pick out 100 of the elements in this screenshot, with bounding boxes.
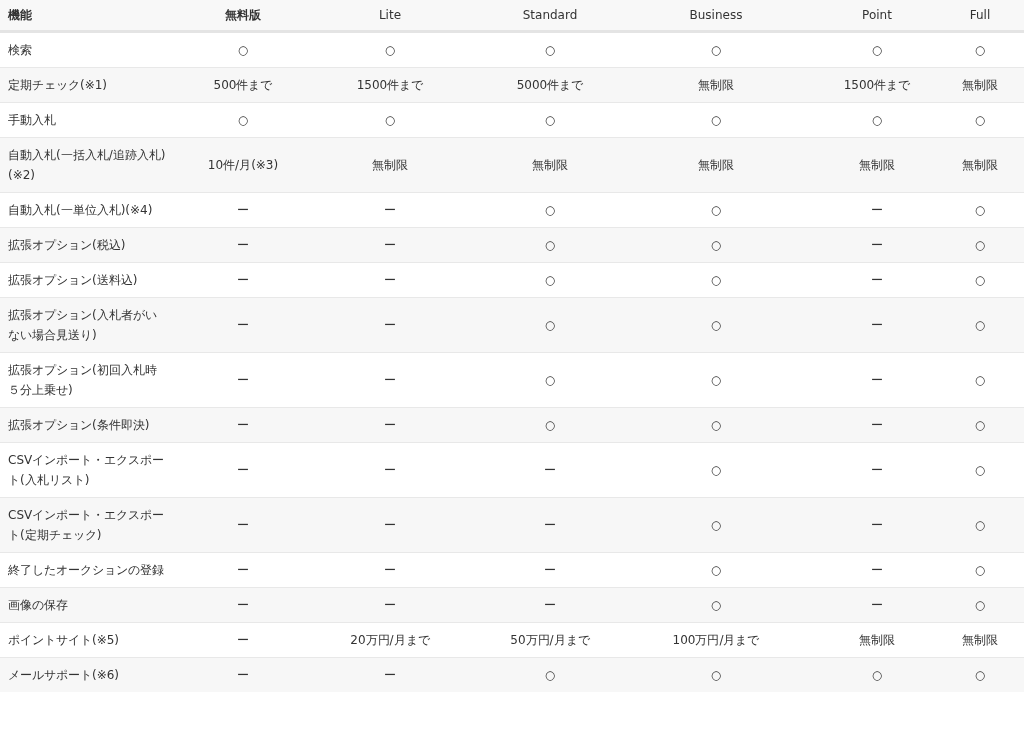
table-cell: ○ [486, 407, 614, 443]
table-cell: ○ [936, 262, 1024, 298]
table-cell: ○ [614, 297, 818, 353]
table-cell: 500件まで [192, 67, 294, 103]
feature-cell: 定期チェック(※1) [0, 67, 192, 103]
feature-cell: メールサポート(※6) [0, 657, 192, 692]
table-cell: ○ [936, 227, 1024, 263]
feature-cell: 拡張オプション(条件即決) [0, 407, 192, 443]
table-cell: ○ [614, 587, 818, 623]
table-cell: ○ [294, 102, 486, 138]
table-cell: ー [192, 657, 294, 692]
table-cell: 100万円/月まで [614, 622, 818, 658]
table-cell: ○ [486, 352, 614, 408]
table-cell: ○ [936, 102, 1024, 138]
table-cell: ー [192, 552, 294, 588]
table-cell: ○ [614, 352, 818, 408]
table-cell: 10件/月(※3) [192, 137, 294, 193]
table-cell: ○ [614, 407, 818, 443]
feature-cell: 終了したオークションの登録 [0, 552, 192, 588]
table-cell: ○ [936, 192, 1024, 228]
table-cell: ー [294, 657, 486, 692]
table-cell: ○ [936, 442, 1024, 498]
table-cell: ○ [192, 31, 294, 68]
column-header: 機能 [0, 0, 192, 32]
table-cell: ー [818, 297, 936, 353]
table-cell: ○ [818, 102, 936, 138]
table-cell: ○ [614, 442, 818, 498]
table-cell: ー [192, 262, 294, 298]
table-cell: ー [192, 297, 294, 353]
table-cell: 無制限 [294, 137, 486, 193]
table-cell: ー [486, 442, 614, 498]
table-cell: ○ [486, 31, 614, 68]
table-cell: ー [294, 407, 486, 443]
table-cell: ー [818, 352, 936, 408]
table-cell: ー [818, 442, 936, 498]
table-cell: 無制限 [936, 137, 1024, 193]
table-cell: ー [294, 352, 486, 408]
table-cell: ー [192, 622, 294, 658]
table-cell: ー [192, 192, 294, 228]
table-cell: 1500件まで [818, 67, 936, 103]
table-cell: ○ [614, 552, 818, 588]
table-cell: ○ [486, 297, 614, 353]
feature-cell: 画像の保存 [0, 587, 192, 623]
table-cell: ○ [936, 657, 1024, 692]
table-cell: 無制限 [486, 137, 614, 193]
table-cell: ー [294, 262, 486, 298]
table-cell: ○ [614, 192, 818, 228]
table-cell: 無制限 [936, 622, 1024, 658]
table-cell: ー [818, 552, 936, 588]
table-cell: ○ [936, 352, 1024, 408]
column-header: Lite [294, 0, 486, 32]
table-cell: ー [818, 587, 936, 623]
table-cell: ー [192, 407, 294, 443]
feature-cell: ポイントサイト(※5) [0, 622, 192, 658]
table-cell: ー [294, 297, 486, 353]
table-cell: ー [192, 587, 294, 623]
table-cell: ○ [936, 31, 1024, 68]
table-cell: 無制限 [818, 622, 936, 658]
table-cell: ー [294, 442, 486, 498]
table-cell: ー [818, 227, 936, 263]
table-cell: ○ [486, 102, 614, 138]
feature-cell: 自動入札(一括入札/追跡入札)(※2) [0, 137, 192, 193]
feature-cell: CSVインポート・エクスポート(入札リスト) [0, 442, 192, 498]
table-cell: ○ [614, 262, 818, 298]
column-header: Business [614, 0, 818, 32]
feature-cell: 拡張オプション(入札者がいない場合見送り) [0, 297, 192, 353]
table-cell: ー [294, 497, 486, 553]
table-cell: 50万円/月まで [486, 622, 614, 658]
table-cell: ー [486, 552, 614, 588]
table-cell: ○ [614, 227, 818, 263]
table-cell: ○ [486, 262, 614, 298]
column-header: Full [936, 0, 1024, 32]
table-cell: ○ [936, 297, 1024, 353]
table-cell: ー [192, 442, 294, 498]
table-cell: ○ [936, 407, 1024, 443]
table-cell: ○ [614, 31, 818, 68]
table-cell: 5000件まで [486, 67, 614, 103]
column-header: 無料版 [192, 0, 294, 32]
table-cell: ー [294, 552, 486, 588]
table-cell: ○ [936, 497, 1024, 553]
table-cell: ○ [936, 552, 1024, 588]
table-cell: ○ [614, 497, 818, 553]
table-cell: ー [294, 587, 486, 623]
column-header: Standard [486, 0, 614, 32]
table-cell: ー [818, 497, 936, 553]
table-cell: 無制限 [614, 137, 818, 193]
table-cell: ○ [614, 102, 818, 138]
table-cell: ー [486, 497, 614, 553]
table-cell: 無制限 [818, 137, 936, 193]
feature-cell: 手動入札 [0, 102, 192, 138]
table-cell: ○ [614, 657, 818, 692]
column-header: Point [818, 0, 936, 32]
table-cell: ○ [192, 102, 294, 138]
table-cell: 1500件まで [294, 67, 486, 103]
table-cell: ○ [818, 657, 936, 692]
table-cell: ー [192, 352, 294, 408]
feature-cell: 拡張オプション(初回入札時５分上乗せ) [0, 352, 192, 408]
table-cell: ー [818, 407, 936, 443]
table-cell: ー [486, 587, 614, 623]
feature-cell: 拡張オプション(税込) [0, 227, 192, 263]
